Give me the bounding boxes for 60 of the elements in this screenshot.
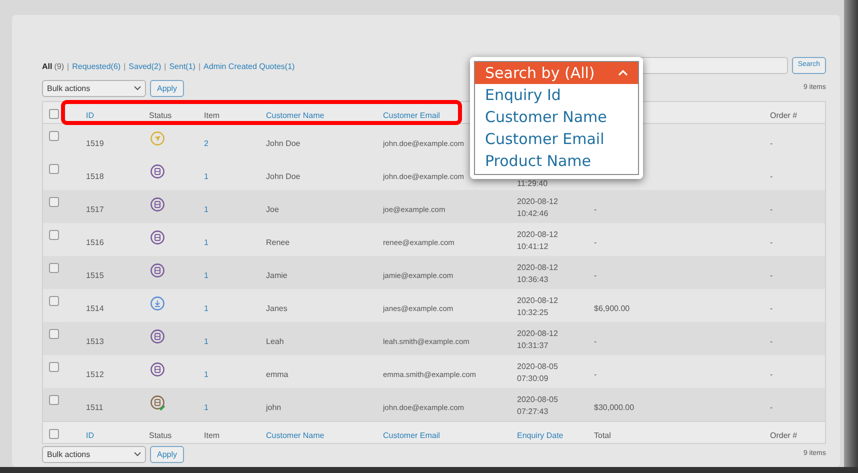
separator-text: | [197,61,202,73]
column-header: Item [204,431,220,440]
table-cell: $6,900.00 [594,304,630,313]
table-cell: - [770,139,773,148]
table-cell: john [266,403,282,412]
date-text: 2020-08-05 [517,361,559,373]
table-cell: - [770,172,773,181]
column-header: Order # [770,111,798,120]
table-cell: Leah [266,337,284,346]
column-header: Item [204,111,220,120]
time-text: 10:41:12 [517,241,550,253]
date-text: 2020-08-05 [517,394,559,406]
time-text: 10:32:25 [517,307,550,319]
table-cell: - [770,403,773,412]
table-cell: 1516 [86,238,104,247]
table-cell: Joe [266,205,279,214]
column-header: Status [149,111,172,120]
table-cell: - [594,205,597,214]
table-cell: 1515 [86,271,104,280]
table-cell: - [770,205,773,214]
date-text: 2020-08-12 [517,196,559,208]
table-cell: 1513 [86,337,104,346]
time-text: 10:36:43 [517,274,550,286]
separator-text: | [163,61,168,73]
table-cell: - [770,337,773,346]
column-header: Total [594,431,611,440]
table-cell: - [594,238,597,247]
time-text: 07:27:43 [517,406,550,418]
table-cell: 1517 [86,205,104,214]
table-cell: 1514 [86,304,104,313]
separator-text: | [66,61,70,73]
time-text: 11:29:40 [517,178,549,190]
table-cell: emma [266,370,288,379]
table-cell: - [770,238,773,247]
time-text: 07:30:09 [517,373,550,385]
table-cell: Renee [266,238,290,247]
date-text: 2020-08-12 [517,229,559,241]
time-text: 10:42:46 [517,208,550,220]
table-cell: $30,000.00 [594,403,634,412]
table-cell: - [594,337,597,346]
date-text: 2020-08-12 [517,262,559,274]
table-cell: John Doe [266,139,300,148]
table-cell: 1519 [86,139,104,148]
table-cell: - [594,271,597,280]
table-cell: - [594,370,597,379]
table-cell: - [770,370,773,379]
table-cell: Jamie [266,271,288,280]
table-cell: John Doe [266,172,300,181]
column-header: Status [149,431,172,440]
table-cell: - [770,304,773,313]
date-text: 2020-08-12 [517,328,559,340]
column-header: Order # [770,431,798,440]
table-cell: - [770,271,773,280]
table-cell: 1518 [86,172,104,181]
separator-text: | [122,61,127,73]
date-text: 2020-08-12 [517,295,559,307]
table-cell: 1512 [86,370,104,379]
time-text: 10:31:37 [517,340,550,352]
table-cell: Janes [266,304,288,313]
table-cell: 1511 [86,403,104,412]
